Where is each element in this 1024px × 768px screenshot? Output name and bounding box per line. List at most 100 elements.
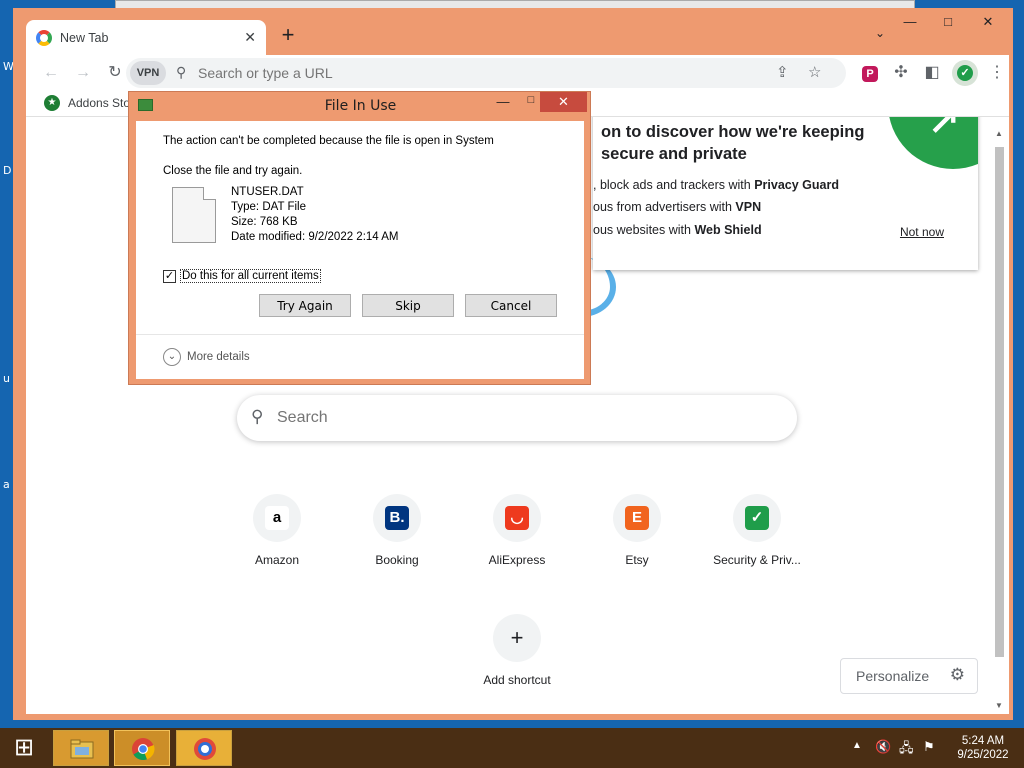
secure-browser-icon: [194, 738, 216, 760]
apply-to-all-label[interactable]: Do this for all current items: [180, 269, 321, 283]
taskbar: ⊞ ▲ 🔇 🖧 ⚑ 5:24 AM 9/25/2022: [0, 728, 1024, 768]
taskbar-secure-browser[interactable]: [176, 730, 232, 766]
dialog-divider: [136, 334, 584, 335]
popup-feature-privacy-guard: , block ads and trackers with Privacy Gu…: [593, 178, 839, 192]
tab-close-icon[interactable]: ✕: [244, 29, 256, 46]
popup-title-line-1: on to discover how we're keeping: [601, 123, 865, 141]
dialog-minimize-button[interactable]: —: [489, 94, 517, 112]
taskbar-file-explorer[interactable]: [53, 730, 109, 766]
volume-muted-icon[interactable]: 🔇: [875, 739, 891, 755]
address-bar[interactable]: VPN ⚲ ⇪ ☆: [126, 58, 846, 88]
scroll-up-icon[interactable]: ▲: [995, 129, 1003, 138]
popup-feature-vpn: ous from advertisers with VPN: [593, 200, 762, 214]
bookmark-star-icon[interactable]: ☆: [808, 63, 821, 81]
extension-p-icon[interactable]: P: [859, 62, 881, 84]
dialog-message: The action can't be completed because th…: [163, 135, 494, 147]
not-now-link[interactable]: Not now: [900, 225, 944, 239]
file-size: Size: 768 KB: [231, 216, 298, 228]
reload-icon[interactable]: ↻: [104, 62, 126, 84]
desktop: W D u a New Tab ✕ + ⌄ — □ ✕ ← → ↻ VPN ⚲ …: [0, 0, 1024, 728]
file-type: Type: DAT File: [231, 201, 306, 213]
plus-icon: +: [510, 625, 524, 650]
tab-new-tab[interactable]: New Tab ✕: [26, 20, 266, 55]
skip-button[interactable]: Skip: [362, 294, 454, 317]
shortcut-aliexpress[interactable]: ◡ AliExpress: [462, 494, 572, 567]
popup-feature-web-shield: ous websites with Web Shield: [593, 223, 762, 237]
folder-icon: [70, 739, 94, 759]
bookmark-addons-store[interactable]: ★ Addons Store: [44, 95, 141, 111]
clock-time: 5:24 AM: [961, 735, 1005, 747]
file-icon: [172, 187, 216, 243]
sliders-icon: ⚙: [949, 665, 965, 684]
clock-date: 9/25/2022: [957, 749, 1009, 761]
personalize-button[interactable]: Personalize ⚙: [840, 658, 978, 694]
taskbar-chrome[interactable]: [114, 730, 170, 766]
action-center-flag-icon[interactable]: ⚑: [923, 739, 935, 755]
chrome-favicon-icon: [36, 29, 52, 46]
shortcut-label: Add shortcut: [483, 673, 551, 687]
back-arrow-icon[interactable]: ←: [40, 62, 62, 84]
shortcut-etsy[interactable]: E Etsy: [582, 494, 692, 567]
cancel-button[interactable]: Cancel: [465, 294, 557, 317]
vpn-badge[interactable]: VPN: [130, 61, 166, 85]
shortcut-booking[interactable]: B. Booking: [342, 494, 452, 567]
tab-search-chevron-icon[interactable]: ⌄: [875, 26, 885, 40]
add-shortcut-button[interactable]: + Add shortcut: [462, 614, 572, 687]
security-onboarding-popup: ↗ on to discover how we're keeping secur…: [593, 117, 978, 270]
desktop-edge-letter: D: [3, 164, 12, 177]
popup-title-line-2: secure and private: [601, 145, 747, 163]
desktop-edge-letter: u: [3, 372, 10, 385]
shortcut-label: Amazon: [254, 553, 300, 567]
system-clock[interactable]: 5:24 AM 9/25/2022: [948, 734, 1018, 762]
url-input[interactable]: [198, 62, 698, 84]
more-details-toggle[interactable]: ⌄ More details: [163, 348, 250, 366]
desktop-edge-letter: a: [3, 478, 10, 491]
close-window-button[interactable]: ✕: [971, 12, 1005, 34]
shield-extension-icon[interactable]: ✓: [952, 60, 978, 86]
dialog-instruction: Close the file and try again.: [163, 165, 303, 177]
maximize-button[interactable]: □: [931, 12, 965, 34]
shortcut-security-privacy[interactable]: ✓ Security & Priv...: [702, 494, 812, 567]
shortcut-label: Security & Priv...: [713, 553, 801, 567]
extensions-puzzle-icon[interactable]: ✣: [890, 62, 912, 84]
more-details-label: More details: [187, 351, 250, 363]
shortcut-label: Etsy: [625, 553, 649, 567]
tray-overflow-chevron-icon[interactable]: ▲: [852, 740, 862, 751]
popup-title: on to discover how we're keeping secure …: [601, 121, 891, 165]
side-panel-icon[interactable]: ◧: [921, 62, 943, 84]
arrow-up-right-icon: ↗: [928, 117, 960, 142]
new-tab-button[interactable]: +: [275, 23, 301, 49]
amazon-icon: a: [265, 506, 289, 530]
file-name: NTUSER.DAT: [231, 186, 304, 198]
try-again-button[interactable]: Try Again: [259, 294, 351, 317]
booking-icon: B.: [385, 506, 409, 530]
chevron-down-icon: ⌄: [163, 348, 181, 366]
tab-title: New Tab: [60, 30, 109, 45]
search-icon: ⚲: [251, 407, 264, 426]
start-button[interactable]: ⊞: [0, 728, 48, 768]
file-in-use-dialog: File In Use — □ ✕ The action can't be co…: [128, 91, 591, 385]
ntp-search-input[interactable]: [277, 406, 757, 430]
apply-to-all-checkbox[interactable]: ✓: [163, 269, 176, 283]
shield-check-icon: ✓: [745, 506, 769, 530]
share-icon[interactable]: ⇪: [776, 63, 789, 81]
browser-toolbar: ← → ↻ VPN ⚲ ⇪ ☆ P ✣ ◧ ✓ ⋮: [26, 55, 1009, 91]
scroll-thumb[interactable]: [995, 147, 1004, 657]
star-badge-icon: ★: [44, 95, 60, 111]
shortcut-amazon[interactable]: a Amazon: [222, 494, 332, 567]
minimize-button[interactable]: —: [893, 12, 927, 34]
search-icon: ⚲: [176, 64, 187, 80]
aliexpress-icon: ◡: [505, 506, 529, 530]
personalize-label: Personalize: [856, 668, 930, 684]
dialog-body: The action can't be completed because th…: [136, 121, 584, 379]
ntp-search-box[interactable]: ⚲: [237, 395, 797, 441]
file-date-modified: Date modified: 9/2/2022 2:14 AM: [231, 231, 399, 243]
scroll-down-icon[interactable]: ▼: [995, 701, 1003, 710]
tab-strip: New Tab ✕ + ⌄ — □ ✕: [13, 8, 1013, 55]
page-scrollbar[interactable]: ▲ ▼: [993, 127, 1005, 712]
menu-kebab-icon[interactable]: ⋮: [986, 62, 1008, 84]
dialog-close-button[interactable]: ✕: [540, 92, 587, 112]
network-icon[interactable]: 🖧: [899, 739, 914, 761]
forward-arrow-icon[interactable]: →: [72, 62, 94, 84]
apply-to-all-row[interactable]: ✓ Do this for all current items: [163, 269, 321, 283]
